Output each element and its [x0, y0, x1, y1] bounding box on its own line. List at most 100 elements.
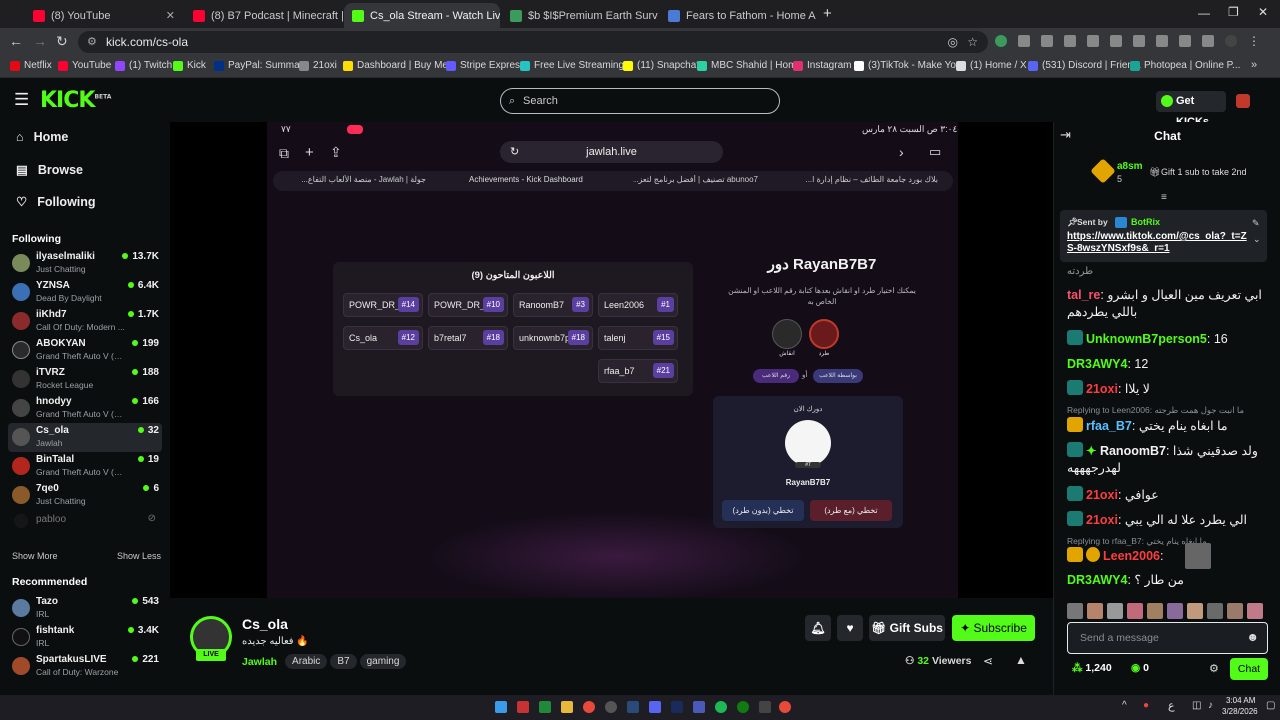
bookmark-streaming[interactable]: Free Live Streaming...	[520, 60, 632, 71]
volume-icon[interactable]: ♪	[1208, 700, 1213, 711]
channel-item[interactable]: BinTalal Grand Theft Auto V (GTA) 19	[8, 452, 162, 481]
browser-tab[interactable]: $b $I$Premium Earth Survival $B$ ✕	[502, 3, 658, 28]
tray-chevron-icon[interactable]: ^	[1122, 700, 1127, 711]
emote-icon[interactable]	[1187, 603, 1203, 619]
clock-date[interactable]: 3/28/2026	[1222, 707, 1258, 716]
chat-username[interactable]: tal_re	[1067, 288, 1100, 302]
menu-icon[interactable]: ⋮	[1248, 35, 1260, 49]
tag[interactable]: B7	[330, 654, 357, 669]
emote-icon[interactable]	[1227, 603, 1243, 619]
subscribe-button[interactable]: ✦ Subscribe	[952, 615, 1035, 641]
site-info-icon[interactable]: ⚙	[87, 31, 97, 53]
channel-item[interactable]: YZNSA Dead By Daylight 6.4K	[8, 278, 162, 307]
emote-icon[interactable]	[1127, 603, 1143, 619]
bookmark-paypal[interactable]: PayPal: Summary	[214, 60, 308, 71]
forward-icon[interactable]: →	[33, 33, 47, 49]
browser-tab[interactable]: (8) B7 Podcast | Minecraft | ٩ ‹ن ✕	[185, 3, 343, 28]
bookmark-snapchat[interactable]: (11) Snapchat	[623, 60, 699, 71]
link-icon[interactable]	[1156, 35, 1168, 47]
windows-start-icon[interactable]	[495, 701, 507, 713]
url-input[interactable]: ⚙ kick.com/cs-ola ◎ ☆	[78, 31, 988, 53]
bookmark-buymeacoffee[interactable]: Dashboard | Buy Me...	[343, 60, 456, 71]
emote-icon[interactable]	[1107, 603, 1123, 619]
chevron-down-icon[interactable]: ⌄	[1253, 234, 1261, 245]
chat-input[interactable]: Send a message ☻	[1067, 622, 1268, 654]
xbox-icon[interactable]	[737, 701, 749, 713]
chat-username[interactable]: RanoomB7	[1100, 444, 1166, 458]
sidebar-icon[interactable]	[1202, 35, 1214, 47]
tag[interactable]: Arabic	[285, 654, 328, 669]
channel-item[interactable]: iTVRZ Rocket League 188	[8, 365, 162, 394]
channel-item[interactable]: ABOKYAN Grand Theft Auto V (G... 199	[8, 336, 162, 365]
chat-username[interactable]: 21oxi	[1086, 382, 1118, 396]
card-icon[interactable]	[1110, 35, 1122, 47]
video-player[interactable]: ٣:٠٤ ص السبت ٢٨ مارس ٧٧ ⧉ + ⇪ ↻ jawlah.l…	[170, 122, 1053, 598]
channel-item[interactable]: ilyaselmaliki Just Chatting 13.7K	[8, 249, 162, 278]
close-window-icon[interactable]: ✕	[1258, 5, 1268, 19]
close-icon[interactable]: ✕	[166, 9, 175, 22]
more-bookmarks-icon[interactable]: »	[1251, 59, 1257, 71]
maximize-icon[interactable]: ❐	[1228, 5, 1239, 19]
emote-icon[interactable]	[1167, 603, 1183, 619]
notification-bell-button[interactable]: 🔔︎	[805, 615, 831, 641]
chrome-icon[interactable]	[779, 701, 791, 713]
emote-icon[interactable]	[1087, 603, 1103, 619]
chat-username[interactable]: DR3AWY4	[1067, 573, 1127, 587]
emote-icon[interactable]	[1067, 603, 1083, 619]
channel-name[interactable]: Cs_ola	[242, 616, 288, 632]
chat-username[interactable]: 21oxi	[1086, 513, 1118, 527]
discord-icon[interactable]	[649, 701, 661, 713]
bookmark-twitch[interactable]: (1) Twitch	[115, 60, 172, 71]
report-icon[interactable]: ▲	[1015, 653, 1027, 667]
minimize-icon[interactable]: —	[1198, 6, 1210, 20]
user-avatar[interactable]	[1236, 94, 1250, 108]
show-more-link[interactable]: Show More	[12, 551, 58, 561]
new-tab-button[interactable]: +	[823, 5, 832, 22]
unpin-icon[interactable]: ✎	[1252, 218, 1260, 229]
photoshop-icon[interactable]	[671, 701, 683, 713]
clock-time[interactable]: 3:04 AM	[1226, 696, 1255, 705]
sidebar-item-browse[interactable]: ▤ Browse	[16, 162, 83, 178]
channel-item-selected[interactable]: Cs_ola Jawlah 32	[8, 423, 162, 452]
show-less-link[interactable]: Show Less	[117, 551, 161, 561]
star-icon[interactable]: ☆	[967, 31, 978, 53]
bookmark-instagram[interactable]: Instagram	[793, 60, 851, 71]
send-chat-button[interactable]: Chat	[1230, 658, 1268, 680]
get-kicks-button[interactable]: Get KICKs	[1156, 91, 1226, 128]
acrobat-icon[interactable]	[517, 701, 529, 713]
excel-icon[interactable]	[539, 701, 551, 713]
tag[interactable]: gaming	[359, 654, 407, 669]
extension-icon[interactable]	[995, 35, 1007, 47]
channel-item-offline[interactable]: pabloo ⊘	[8, 513, 162, 542]
chat-username[interactable]: UnknownB7person5	[1086, 332, 1207, 346]
bookmark-x[interactable]: (1) Home / X	[956, 60, 1027, 71]
avatar[interactable]	[1225, 35, 1237, 47]
microphone-icon[interactable]: ●	[1143, 700, 1149, 711]
kick-logo[interactable]: KICKBETA	[40, 88, 111, 113]
sidebar-item-following[interactable]: ♡ Following	[16, 194, 96, 210]
hamburger-menu-icon[interactable]: ☰	[14, 90, 29, 110]
chat-username[interactable]: 21oxi	[1086, 488, 1118, 502]
share-icon[interactable]: ⋖	[983, 654, 993, 668]
browser-tab[interactable]: Fears to Fathom - Home Alone ✕	[660, 3, 816, 28]
gift-subs-button[interactable]: 🎁︎ Gift Subs	[869, 615, 945, 641]
chat-username[interactable]: rfaa_B7	[1086, 419, 1132, 433]
browser-tab-active[interactable]: Cs_ola Stream - Watch Live ✕	[344, 3, 500, 28]
chat-username[interactable]: DR3AWY4	[1067, 357, 1127, 371]
bookmark-netflix[interactable]: Netflix	[10, 60, 52, 71]
chrome-icon[interactable]	[583, 701, 595, 713]
network-icon[interactable]: ◫	[1192, 700, 1201, 711]
teams-icon[interactable]	[693, 701, 705, 713]
app-icon[interactable]	[759, 701, 771, 713]
channel-item[interactable]: SpartakusLIVE Call of Duty: Warzone 221	[8, 652, 162, 681]
bookmark-photopea[interactable]: Photopea | Online P...	[1130, 60, 1240, 71]
bookmark-21oxi[interactable]: 21oxi	[299, 60, 337, 71]
channel-item[interactable]: fishtank IRL 3.4K	[8, 623, 162, 652]
spotify-icon[interactable]	[715, 701, 727, 713]
browser-tab[interactable]: (8) YouTube ✕	[25, 3, 183, 28]
file-explorer-icon[interactable]	[561, 701, 573, 713]
chat-username[interactable]: Leen2006	[1103, 549, 1160, 563]
channel-item[interactable]: Tazo IRL 543	[8, 594, 162, 623]
steam-icon[interactable]	[627, 701, 639, 713]
bookmark-stripe[interactable]: Stripe Express	[446, 60, 525, 71]
